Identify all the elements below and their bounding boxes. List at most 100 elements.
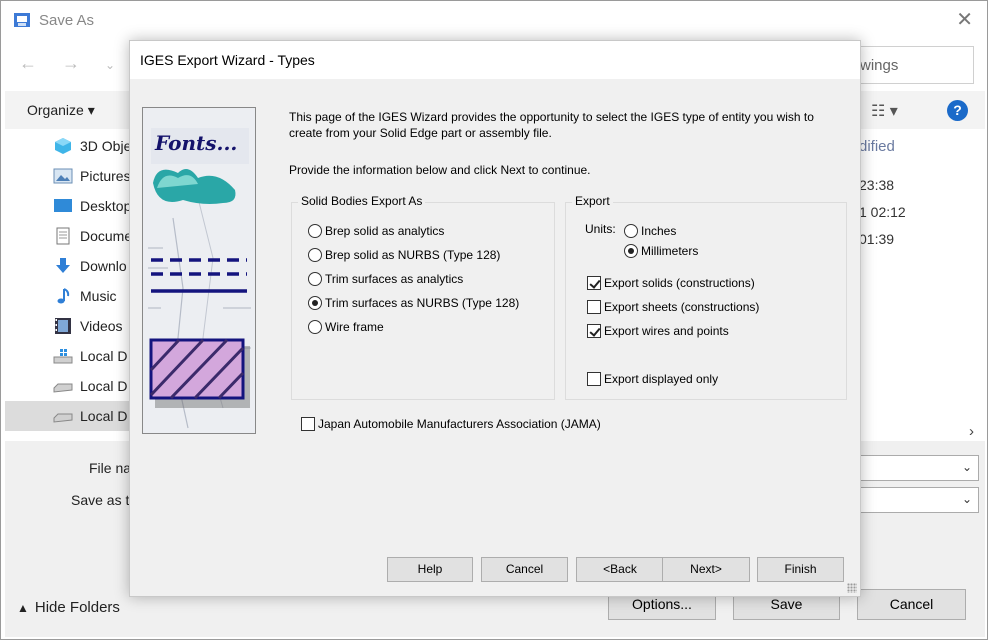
radio-button[interactable] — [308, 224, 322, 238]
units-label: Units: — [585, 222, 616, 236]
save-as-app-icon — [14, 13, 30, 27]
help-button[interactable]: Help — [387, 557, 473, 582]
radio-button[interactable] — [308, 248, 322, 262]
chevron-up-icon: ▲ — [17, 601, 29, 615]
date-modified-header[interactable]: dified — [859, 138, 895, 155]
checkbox[interactable] — [587, 300, 601, 314]
save-as-type-select[interactable]: ⌄ — [859, 487, 979, 513]
nav-item-label: Docume — [80, 228, 133, 244]
nav-item-pictures[interactable]: Pictures — [5, 161, 135, 191]
fonts-illustration-title: Fonts... — [154, 131, 237, 155]
help-icon[interactable]: ? — [947, 100, 968, 121]
3d-objects-icon — [55, 138, 71, 154]
option-label: Brep solid as NURBS (Type 128) — [325, 248, 501, 262]
recent-chevron-icon[interactable]: ⌄ — [105, 58, 115, 72]
radio-button-selected[interactable] — [308, 296, 322, 310]
nav-item-local-disk-e[interactable]: Local D — [5, 401, 135, 431]
hide-folders-button[interactable]: ▲ Hide Folders — [17, 599, 120, 616]
export-group: Export Units: Inches Millimeters Export … — [565, 194, 847, 400]
radio-button[interactable] — [308, 272, 322, 286]
checkbox[interactable] — [587, 372, 601, 386]
checkbox[interactable] — [301, 417, 315, 431]
iges-export-wizard-dialog: IGES Export Wizard - Types Fonts... This… — [129, 40, 861, 597]
back-button[interactable]: <Back — [576, 557, 664, 582]
option-label: Wire frame — [325, 320, 384, 334]
wizard-titlebar: IGES Export Wizard - Types — [130, 41, 860, 79]
option-label: Japan Automobile Manufacturers Associati… — [318, 417, 601, 431]
drive-icon — [53, 413, 73, 423]
pictures-icon — [53, 168, 73, 184]
finish-button[interactable]: Finish — [757, 557, 844, 582]
chevron-down-icon: ⌄ — [961, 492, 972, 506]
wizard-intro-text: This page of the IGES Wizard provides th… — [289, 110, 814, 140]
nav-item-label: Desktop — [80, 198, 132, 214]
nav-item-label: Videos — [80, 318, 123, 334]
nav-item-3d-objects[interactable]: 3D Obje — [5, 131, 135, 161]
radio-button[interactable] — [308, 320, 322, 334]
file-time: 1 02:12 — [859, 204, 906, 220]
nav-item-documents[interactable]: Docume — [5, 221, 135, 251]
nav-item-desktop[interactable]: Desktop — [5, 191, 135, 221]
navigation-pane: 3D Obje Pictures Desktop Docume Downlo M… — [5, 129, 135, 441]
nav-item-local-disk-c[interactable]: Local D — [5, 341, 135, 371]
hide-folders-label: Hide Folders — [34, 599, 120, 616]
documents-icon — [56, 227, 70, 245]
save-as-type-label: Save as ty — [71, 492, 137, 508]
nav-item-label: Pictures — [80, 168, 131, 184]
chevron-down-icon: ⌄ — [961, 460, 972, 474]
back-arrow-icon[interactable]: ← — [19, 53, 37, 74]
file-name-input[interactable]: ⌄ — [859, 455, 979, 481]
drive-icon — [53, 383, 73, 393]
close-icon[interactable]: ✕ — [956, 9, 973, 31]
radio-button-selected[interactable] — [624, 244, 638, 258]
nav-item-label: Downlo — [80, 258, 127, 274]
nav-item-label: Local D — [80, 408, 128, 424]
fonts-illustration-image: Fonts... — [143, 108, 255, 433]
file-time: 01:39 — [859, 231, 895, 247]
option-label: Trim surfaces as analytics — [325, 272, 464, 286]
option-label: Millimeters — [641, 244, 699, 258]
cancel-button[interactable]: Cancel — [857, 589, 966, 620]
option-label: Export wires and points — [604, 324, 729, 338]
nav-item-label: Music — [80, 288, 117, 304]
save-as-titlebar: Save As ✕ — [1, 1, 987, 41]
resize-grip-icon[interactable] — [847, 583, 857, 593]
desktop-icon — [54, 199, 72, 212]
option-label: Brep solid as analytics — [325, 224, 445, 238]
option-label: Export displayed only — [604, 372, 719, 386]
next-button[interactable]: Next> — [662, 557, 750, 582]
wizard-title: IGES Export Wizard - Types — [140, 52, 315, 68]
organize-button[interactable]: Organize ▾ — [27, 102, 95, 119]
nav-item-label: Local D — [80, 348, 128, 364]
downloads-icon — [56, 258, 70, 273]
nav-item-videos[interactable]: Videos — [5, 311, 135, 341]
wizard-illustration: Fonts... — [142, 107, 256, 434]
option-label: Trim surfaces as NURBS (Type 128) — [325, 296, 520, 310]
nav-item-local-disk-d[interactable]: Local D — [5, 371, 135, 401]
checkbox-checked[interactable] — [587, 276, 601, 290]
scroll-right-icon[interactable]: › — [969, 423, 974, 440]
nav-item-music[interactable]: Music — [5, 281, 135, 311]
videos-icon — [55, 318, 71, 334]
checkbox-checked[interactable] — [587, 324, 601, 338]
option-label: Export sheets (constructions) — [604, 300, 760, 314]
view-options-icon[interactable]: ☷ ▾ — [871, 101, 898, 121]
solid-bodies-group: Solid Bodies Export As Brep solid as ana… — [291, 194, 555, 400]
search-placeholder: wings — [860, 57, 899, 74]
radio-button[interactable] — [624, 224, 638, 238]
wizard-instruction-text: Provide the information below and click … — [289, 163, 591, 177]
music-icon — [57, 288, 70, 304]
windows-drive-icon — [53, 349, 73, 364]
file-name-label: File na — [89, 460, 132, 476]
nav-item-downloads[interactable]: Downlo — [5, 251, 135, 281]
file-time: 23:38 — [859, 177, 895, 193]
option-label: Inches — [641, 224, 677, 238]
forward-arrow-icon[interactable]: → — [62, 53, 80, 74]
export-group-label: Export — [572, 194, 613, 208]
wizard-cancel-button[interactable]: Cancel — [481, 557, 568, 582]
option-label: Export solids (constructions) — [604, 276, 755, 290]
save-as-title: Save As — [39, 12, 95, 29]
solid-bodies-group-label: Solid Bodies Export As — [298, 194, 426, 208]
nav-item-label: 3D Obje — [80, 138, 132, 154]
nav-item-label: Local D — [80, 378, 128, 394]
